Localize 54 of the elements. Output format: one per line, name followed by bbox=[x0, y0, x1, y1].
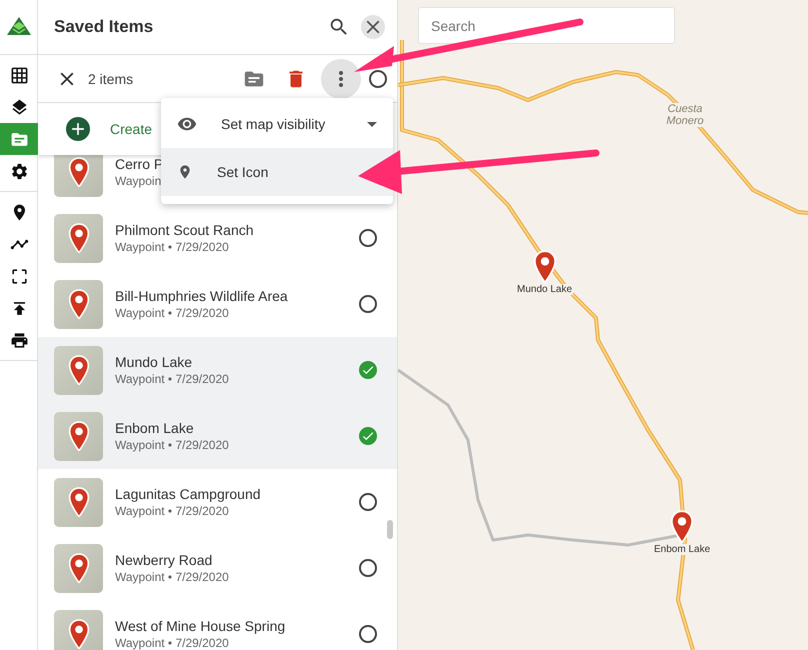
item-name: Enbom Lake bbox=[115, 420, 194, 436]
item-meta: Waypoint • 7/29/2020 bbox=[115, 307, 229, 320]
empty-radio[interactable] bbox=[359, 295, 377, 313]
saved-item-row[interactable]: Enbom Lake Waypoint • 7/29/2020 bbox=[38, 403, 397, 469]
more-icon bbox=[339, 70, 343, 86]
item-name: Philmont Scout Ranch bbox=[115, 222, 254, 238]
grid-icon bbox=[10, 66, 28, 84]
item-meta: Waypoint • 7/29/2020 bbox=[115, 571, 229, 584]
item-name: Bill-Humphries Wildlife Area bbox=[115, 288, 288, 304]
item-name: Newberry Road bbox=[115, 552, 212, 568]
close-button[interactable] bbox=[361, 15, 385, 39]
layers-icon bbox=[10, 98, 28, 116]
item-name: Mundo Lake bbox=[115, 354, 192, 370]
pin-icon bbox=[68, 552, 90, 584]
search-field[interactable]: Search bbox=[418, 7, 675, 44]
saved-item-row[interactable]: Mundo Lake Waypoint • 7/29/2020 bbox=[38, 337, 397, 403]
empty-radio[interactable] bbox=[359, 229, 377, 247]
item-name: Lagunitas Campground bbox=[115, 486, 261, 502]
map-pin-icon bbox=[670, 510, 694, 544]
empty-radio[interactable] bbox=[359, 625, 377, 643]
print-icon bbox=[10, 330, 28, 350]
pin-icon bbox=[68, 618, 90, 650]
checked-radio[interactable] bbox=[359, 427, 377, 445]
map-pin-icon bbox=[532, 250, 557, 284]
pin-icon bbox=[68, 354, 90, 386]
pin-icon bbox=[68, 156, 90, 188]
more-button[interactable] bbox=[321, 58, 361, 98]
pin-icon bbox=[68, 420, 90, 452]
pin-icon bbox=[68, 486, 90, 518]
item-meta: Waypoint • 7/29/2020 bbox=[115, 505, 229, 518]
checked-radio[interactable] bbox=[359, 361, 377, 379]
menu-item[interactable]: Set map visibility bbox=[161, 100, 393, 148]
pin-icon bbox=[68, 222, 90, 254]
selection-count: 2 items bbox=[88, 70, 134, 86]
item-meta: Waypoint • 7/29/2020 bbox=[115, 241, 229, 254]
settings-icon bbox=[10, 162, 28, 180]
marker-label: Enbom Lake bbox=[653, 544, 712, 555]
item-name: West of Mine House Spring bbox=[115, 618, 286, 634]
marker-label: Mundo Lake bbox=[516, 284, 574, 295]
item-meta: Waypoin bbox=[115, 175, 162, 188]
item-meta: Waypoint • 7/29/2020 bbox=[115, 439, 229, 452]
caret-icon bbox=[367, 122, 377, 126]
item-meta: Waypoint • 7/29/2020 bbox=[115, 373, 229, 386]
map-canvas[interactable]: Search Cuesta Monero Mundo Lake Enbom Lake bbox=[398, 0, 808, 650]
empty-radio[interactable] bbox=[359, 559, 377, 577]
plus-icon bbox=[66, 117, 90, 141]
panel-title: Saved Items bbox=[54, 17, 154, 37]
logo-icon bbox=[6, 17, 30, 37]
item-meta: Waypoint • 7/29/2020 bbox=[115, 637, 229, 650]
empty-radio[interactable] bbox=[359, 493, 377, 511]
pin-icon bbox=[68, 288, 90, 320]
scrollbar-thumb[interactable] bbox=[387, 520, 393, 539]
menu-item[interactable]: Set Icon bbox=[161, 148, 393, 196]
create-button[interactable]: Create bbox=[110, 121, 152, 137]
